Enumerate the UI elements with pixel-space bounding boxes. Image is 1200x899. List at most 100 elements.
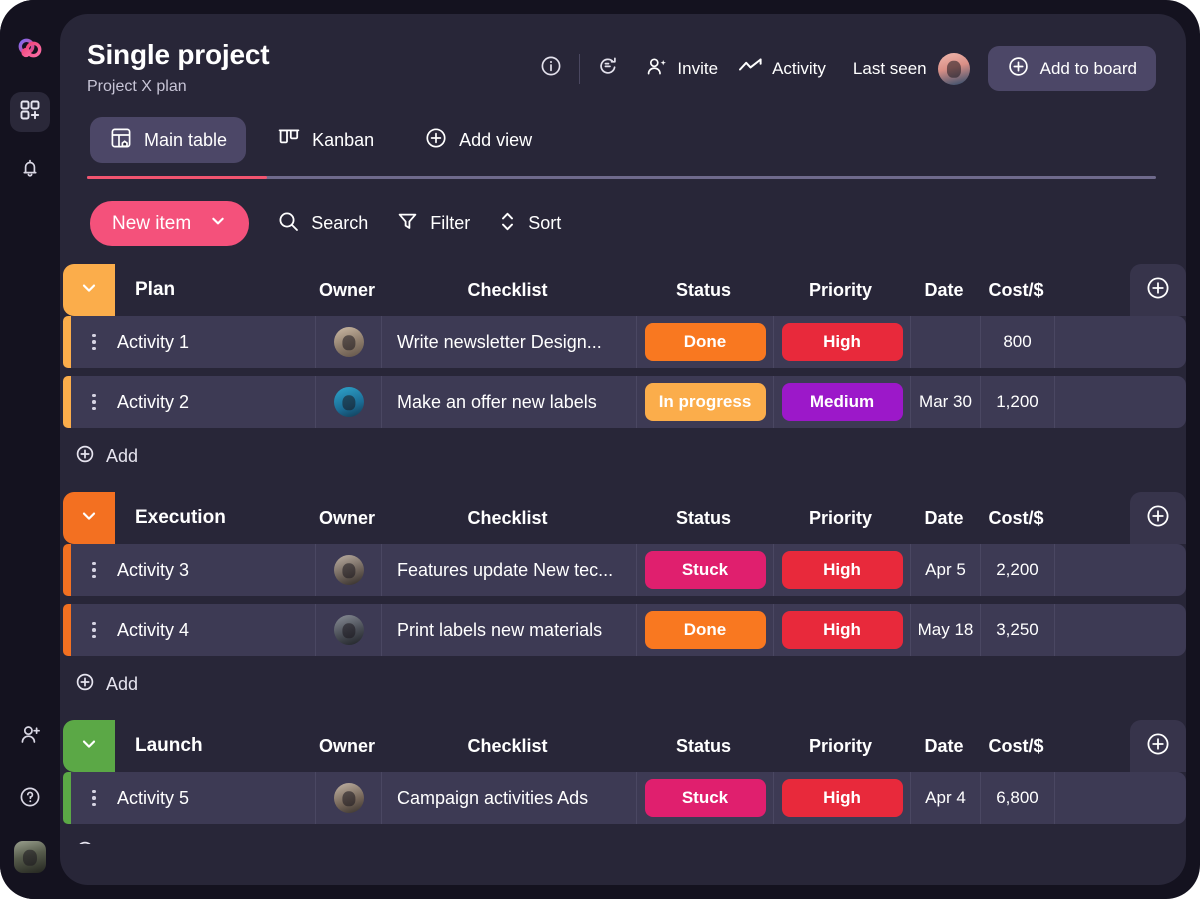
row-menu-button[interactable] xyxy=(71,376,117,428)
row-name[interactable]: Activity 2 xyxy=(117,376,316,428)
column-header-owner[interactable]: Owner xyxy=(314,508,380,529)
avatar-face xyxy=(342,335,355,351)
chevron-down-icon xyxy=(209,212,227,236)
table-row[interactable]: Activity 5 Campaign activities AdsStuckHi… xyxy=(63,772,1186,824)
filter-button[interactable]: Filter xyxy=(396,210,470,238)
add-column-button[interactable] xyxy=(1130,720,1186,772)
column-header-status[interactable]: Status xyxy=(635,736,772,757)
column-header-priority[interactable]: Priority xyxy=(772,736,909,757)
column-header-cost[interactable]: Cost/$ xyxy=(979,736,1053,757)
search-button[interactable]: Search xyxy=(277,210,368,238)
row-cost[interactable]: 6,800 xyxy=(981,772,1055,824)
row-status[interactable]: In progress xyxy=(637,376,774,428)
row-cost[interactable]: 1,200 xyxy=(981,376,1055,428)
row-checklist[interactable]: Campaign activities Ads xyxy=(382,772,637,824)
row-date[interactable] xyxy=(911,316,981,368)
row-date[interactable]: Apr 5 xyxy=(911,544,981,596)
row-checklist[interactable]: Write newsletter Design... xyxy=(382,316,637,368)
activity-button[interactable]: Activity xyxy=(738,57,826,80)
row-menu-button[interactable] xyxy=(71,604,117,656)
row-priority[interactable]: High xyxy=(774,604,911,656)
column-header-status[interactable]: Status xyxy=(635,508,772,529)
monday-logo-icon[interactable] xyxy=(15,36,45,66)
add-column-button[interactable] xyxy=(1130,492,1186,544)
row-checklist[interactable]: Make an offer new labels xyxy=(382,376,637,428)
info-button[interactable] xyxy=(534,52,568,86)
row-priority[interactable]: High xyxy=(774,316,911,368)
add-item-button[interactable]: Add xyxy=(63,832,1186,844)
add-item-button[interactable]: Add xyxy=(63,664,1186,704)
row-empty-cell[interactable] xyxy=(1055,316,1186,368)
row-empty-cell[interactable] xyxy=(1055,544,1186,596)
row-empty-cell[interactable] xyxy=(1055,376,1186,428)
group-collapse-toggle[interactable] xyxy=(63,720,115,772)
row-name[interactable]: Activity 3 xyxy=(117,544,316,596)
row-checklist[interactable]: Features update New tec... xyxy=(382,544,637,596)
row-menu-button[interactable] xyxy=(71,316,117,368)
table-row[interactable]: Activity 2 Make an offer new labelsIn pro… xyxy=(63,376,1186,428)
table-row[interactable]: Activity 1 Write newsletter Design...Done… xyxy=(63,316,1186,368)
tab-kanban[interactable]: Kanban xyxy=(258,117,393,163)
row-owner[interactable] xyxy=(316,772,382,824)
column-header-status[interactable]: Status xyxy=(635,280,772,301)
row-priority[interactable]: High xyxy=(774,772,911,824)
table-row[interactable]: Activity 4 Print labels new materialsDone… xyxy=(63,604,1186,656)
add-item-button[interactable]: Add xyxy=(63,436,1186,476)
row-empty-cell[interactable] xyxy=(1055,772,1186,824)
sidebar-item-apps[interactable] xyxy=(10,92,50,132)
avatar[interactable] xyxy=(14,841,46,873)
column-header-owner[interactable]: Owner xyxy=(314,736,380,757)
column-header-checklist[interactable]: Checklist xyxy=(380,736,635,757)
row-owner[interactable] xyxy=(316,376,382,428)
group-collapse-toggle[interactable] xyxy=(63,492,115,544)
column-header-cost[interactable]: Cost/$ xyxy=(979,280,1053,301)
add-to-board-button[interactable]: Add to board xyxy=(988,46,1156,91)
row-name[interactable]: Activity 1 xyxy=(117,316,316,368)
row-priority[interactable]: Medium xyxy=(774,376,911,428)
column-header-date[interactable]: Date xyxy=(909,508,979,529)
row-empty-cell[interactable] xyxy=(1055,604,1186,656)
row-checklist[interactable]: Print labels new materials xyxy=(382,604,637,656)
new-item-button[interactable]: New item xyxy=(90,201,249,246)
sidebar-item-help[interactable] xyxy=(10,779,50,819)
row-date[interactable]: Apr 4 xyxy=(911,772,981,824)
column-header-owner[interactable]: Owner xyxy=(314,280,380,301)
refresh-button[interactable] xyxy=(591,52,625,86)
column-header-checklist[interactable]: Checklist xyxy=(380,280,635,301)
column-header-date[interactable]: Date xyxy=(909,736,979,757)
row-status[interactable]: Done xyxy=(637,316,774,368)
sidebar-item-invite-member[interactable] xyxy=(10,717,50,757)
last-seen-avatar[interactable] xyxy=(938,53,970,85)
row-date[interactable]: May 18 xyxy=(911,604,981,656)
row-status[interactable]: Stuck xyxy=(637,772,774,824)
column-header-checklist[interactable]: Checklist xyxy=(380,508,635,529)
row-date[interactable]: Mar 30 xyxy=(911,376,981,428)
row-cost[interactable]: 3,250 xyxy=(981,604,1055,656)
column-header-priority[interactable]: Priority xyxy=(772,280,909,301)
row-menu-button[interactable] xyxy=(71,772,117,824)
group-collapse-toggle[interactable] xyxy=(63,264,115,316)
sidebar-item-notifications[interactable] xyxy=(10,150,50,190)
row-owner[interactable] xyxy=(316,544,382,596)
table-row[interactable]: Activity 3 Features update New tec...Stuc… xyxy=(63,544,1186,596)
row-cost[interactable]: 2,200 xyxy=(981,544,1055,596)
column-header-date[interactable]: Date xyxy=(909,280,979,301)
row-name[interactable]: Activity 4 xyxy=(117,604,316,656)
row-menu-button[interactable] xyxy=(71,544,117,596)
row-priority[interactable]: High xyxy=(774,544,911,596)
row-body: Activity 4 Print labels new materialsDone… xyxy=(71,604,1186,656)
column-header-cost[interactable]: Cost/$ xyxy=(979,508,1053,529)
add-column-button[interactable] xyxy=(1130,264,1186,316)
row-name[interactable]: Activity 5 xyxy=(117,772,316,824)
avatar-face xyxy=(342,623,355,639)
row-status[interactable]: Stuck xyxy=(637,544,774,596)
row-status[interactable]: Done xyxy=(637,604,774,656)
column-header-priority[interactable]: Priority xyxy=(772,508,909,529)
row-cost[interactable]: 800 xyxy=(981,316,1055,368)
sort-button[interactable]: Sort xyxy=(498,210,561,238)
invite-button[interactable]: Invite xyxy=(645,55,718,83)
row-owner[interactable] xyxy=(316,316,382,368)
tab-add-view[interactable]: Add view xyxy=(405,117,551,163)
row-owner[interactable] xyxy=(316,604,382,656)
tab-main-table[interactable]: Main table xyxy=(90,117,246,163)
